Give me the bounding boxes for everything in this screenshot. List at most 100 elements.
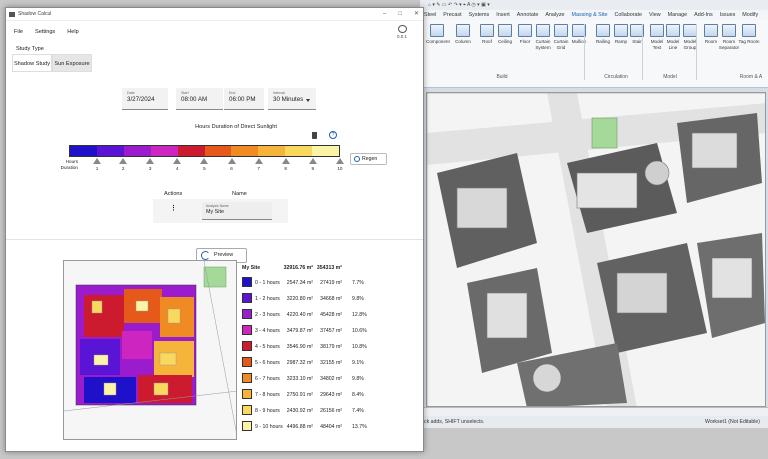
hour-tick[interactable]: 5 bbox=[199, 158, 209, 171]
ribbon-tool[interactable]: Room Separator bbox=[718, 24, 740, 50]
window-title: Shadow Calcul bbox=[18, 11, 52, 17]
range-label: 2 - 3 hours bbox=[255, 312, 280, 318]
regen-button[interactable]: Regen bbox=[350, 153, 387, 165]
stats-row: 3 - 4 hours 3479.87 m² 37457 m² 10.6% bbox=[242, 323, 402, 339]
study-type-shadow-study[interactable]: Shadow Study bbox=[12, 54, 52, 72]
menu-item[interactable]: Help bbox=[67, 26, 79, 38]
trash-icon[interactable] bbox=[312, 132, 317, 139]
hour-tick[interactable]: 8 bbox=[281, 158, 291, 171]
points-value: 45428 m² bbox=[320, 312, 342, 318]
hour-tick[interactable]: 6 bbox=[227, 158, 237, 171]
end-time-field[interactable]: End 06:00 PM bbox=[224, 88, 264, 110]
color-swatch bbox=[242, 421, 252, 431]
revit-tab[interactable]: Issues bbox=[720, 10, 736, 20]
ribbon-panel-label: Build bbox=[496, 74, 508, 80]
ribbon-panel-label: Room & A bbox=[739, 74, 763, 80]
version-badge[interactable]: 0.0.1 bbox=[395, 25, 409, 39]
menu-item[interactable]: Settings bbox=[35, 26, 55, 38]
refresh-icon bbox=[201, 251, 210, 260]
hour-tick[interactable]: 10 bbox=[335, 158, 345, 171]
stats-total-points: 354313 m² bbox=[316, 265, 342, 271]
percent-value: 8.4% bbox=[352, 392, 364, 398]
analysis-name-field[interactable]: Analysis Name My Site bbox=[202, 202, 272, 220]
color-swatch bbox=[242, 325, 252, 335]
revit-tab[interactable]: Annotate bbox=[517, 10, 539, 20]
hour-tick[interactable]: 3 bbox=[145, 158, 155, 171]
revit-tab[interactable]: Collaborate bbox=[614, 10, 642, 20]
revit-3d-viewport[interactable] bbox=[426, 92, 766, 407]
stats-row: 7 - 8 hours 2750.91 m² 29643 m² 8.4% bbox=[242, 387, 402, 403]
points-value: 38179 m² bbox=[320, 344, 342, 350]
study-type-sun-exposure[interactable]: Sun Exposure bbox=[52, 54, 92, 72]
globe-icon bbox=[397, 25, 407, 33]
start-time-field[interactable]: Start 08:00 AM bbox=[176, 88, 223, 110]
ribbon-panel-label: Model bbox=[663, 74, 677, 80]
revit-tab[interactable]: View bbox=[649, 10, 661, 20]
stats-total-area: 32916.76 m² bbox=[283, 265, 313, 271]
date-value: 3/27/2024 bbox=[127, 96, 155, 103]
chevron-down-icon[interactable] bbox=[306, 99, 310, 102]
maximize-icon[interactable]: □ bbox=[398, 8, 402, 21]
hour-tick[interactable]: 9 bbox=[308, 158, 318, 171]
revit-ribbon-tabs[interactable]: Steel Precast Systems Insert Annotate Analyze… bbox=[420, 10, 768, 20]
revit-tab[interactable]: Precast bbox=[443, 10, 461, 20]
hour-tick[interactable]: 2 bbox=[118, 158, 128, 171]
hour-tick[interactable]: 4 bbox=[172, 158, 182, 171]
menu-item[interactable]: File bbox=[14, 26, 23, 38]
tick-label: 2 bbox=[121, 166, 125, 171]
percent-value: 9.1% bbox=[352, 360, 364, 366]
revit-tab[interactable]: Modify bbox=[742, 10, 758, 20]
revit-tab[interactable]: Massing & Site bbox=[572, 10, 608, 20]
range-label: 5 - 6 hours bbox=[255, 360, 280, 366]
revit-tab[interactable]: Steel bbox=[424, 10, 436, 20]
revit-quick-access-toolbar[interactable]: ⌂ ▾ ✎ ▭ ↶ ↷ ▾ ⌖ A ◷ ▾ ▣ ▾ bbox=[420, 0, 768, 10]
ribbon-tool[interactable]: Stair bbox=[626, 24, 648, 45]
ribbon-tool[interactable]: Column bbox=[452, 24, 474, 45]
legend-color-cell bbox=[258, 146, 286, 156]
tick-label: 6 bbox=[230, 166, 233, 171]
ribbon-tool[interactable]: Model Group bbox=[679, 24, 701, 50]
ribbon-tool[interactable]: Component bbox=[426, 24, 450, 45]
revit-view-control-bar[interactable] bbox=[420, 407, 768, 416]
ribbon-tool[interactable]: Mullion bbox=[568, 24, 590, 45]
stats-header-row: My Site 32916.76 m² 354313 m² bbox=[242, 265, 402, 275]
stats-row: 5 - 6 hours 2987.32 m² 32155 m² 9.1% bbox=[242, 355, 402, 371]
tool-label: Model Group bbox=[683, 39, 697, 50]
tick-label: 1 bbox=[95, 166, 99, 171]
hour-tick[interactable]: 1 bbox=[92, 158, 102, 171]
tool-label: Column bbox=[455, 39, 471, 44]
range-label: 4 - 5 hours bbox=[255, 344, 280, 350]
legend-color-cell bbox=[204, 146, 232, 156]
tick-label: 7 bbox=[257, 166, 260, 171]
study-type-label: Study Type bbox=[16, 46, 44, 52]
hour-tick[interactable]: 7 bbox=[254, 158, 264, 171]
tool-icon bbox=[536, 24, 550, 37]
ribbon-tool[interactable]: Tag Room bbox=[738, 24, 760, 45]
app-icon bbox=[9, 12, 15, 17]
more-actions-icon[interactable]: ⋮ bbox=[170, 204, 177, 212]
window-titlebar[interactable]: Shadow Calcul – □ ✕ bbox=[6, 8, 423, 21]
revit-site-model bbox=[427, 93, 765, 406]
workset-status[interactable]: Workset1 (Not Editable) bbox=[705, 416, 760, 428]
date-field[interactable]: Date 3/27/2024 bbox=[122, 88, 168, 110]
tool-label: Component bbox=[426, 39, 450, 44]
help-icon[interactable]: ? bbox=[329, 131, 337, 139]
shadow-calculator-window: Shadow Calcul – □ ✕ File Settings Help 0.0… bbox=[5, 7, 424, 452]
revit-tab[interactable]: Add-Ins bbox=[694, 10, 713, 20]
minimize-icon[interactable]: – bbox=[383, 8, 386, 21]
revit-tab[interactable]: Analyze bbox=[545, 10, 564, 20]
color-swatch bbox=[242, 277, 252, 287]
revit-tab[interactable]: Insert bbox=[496, 10, 509, 20]
refresh-icon bbox=[354, 156, 360, 162]
legend-color-cell bbox=[123, 146, 151, 156]
revit-tab[interactable]: Manage bbox=[668, 10, 687, 20]
ribbon-separator bbox=[584, 24, 585, 80]
hours-duration-title: Hours Duration of Direct Sunlight bbox=[195, 124, 277, 130]
start-value: 08:00 AM bbox=[181, 96, 208, 103]
legend-color-cell bbox=[312, 146, 340, 156]
area-value: 2547.34 m² bbox=[286, 280, 313, 286]
ribbon-tool[interactable]: Ceiling bbox=[494, 24, 516, 45]
close-icon[interactable]: ✕ bbox=[414, 8, 419, 21]
stats-row: 6 - 7 hours 3233.10 m² 34802 m² 9.8% bbox=[242, 371, 402, 387]
revit-tab[interactable]: Systems bbox=[469, 10, 490, 20]
